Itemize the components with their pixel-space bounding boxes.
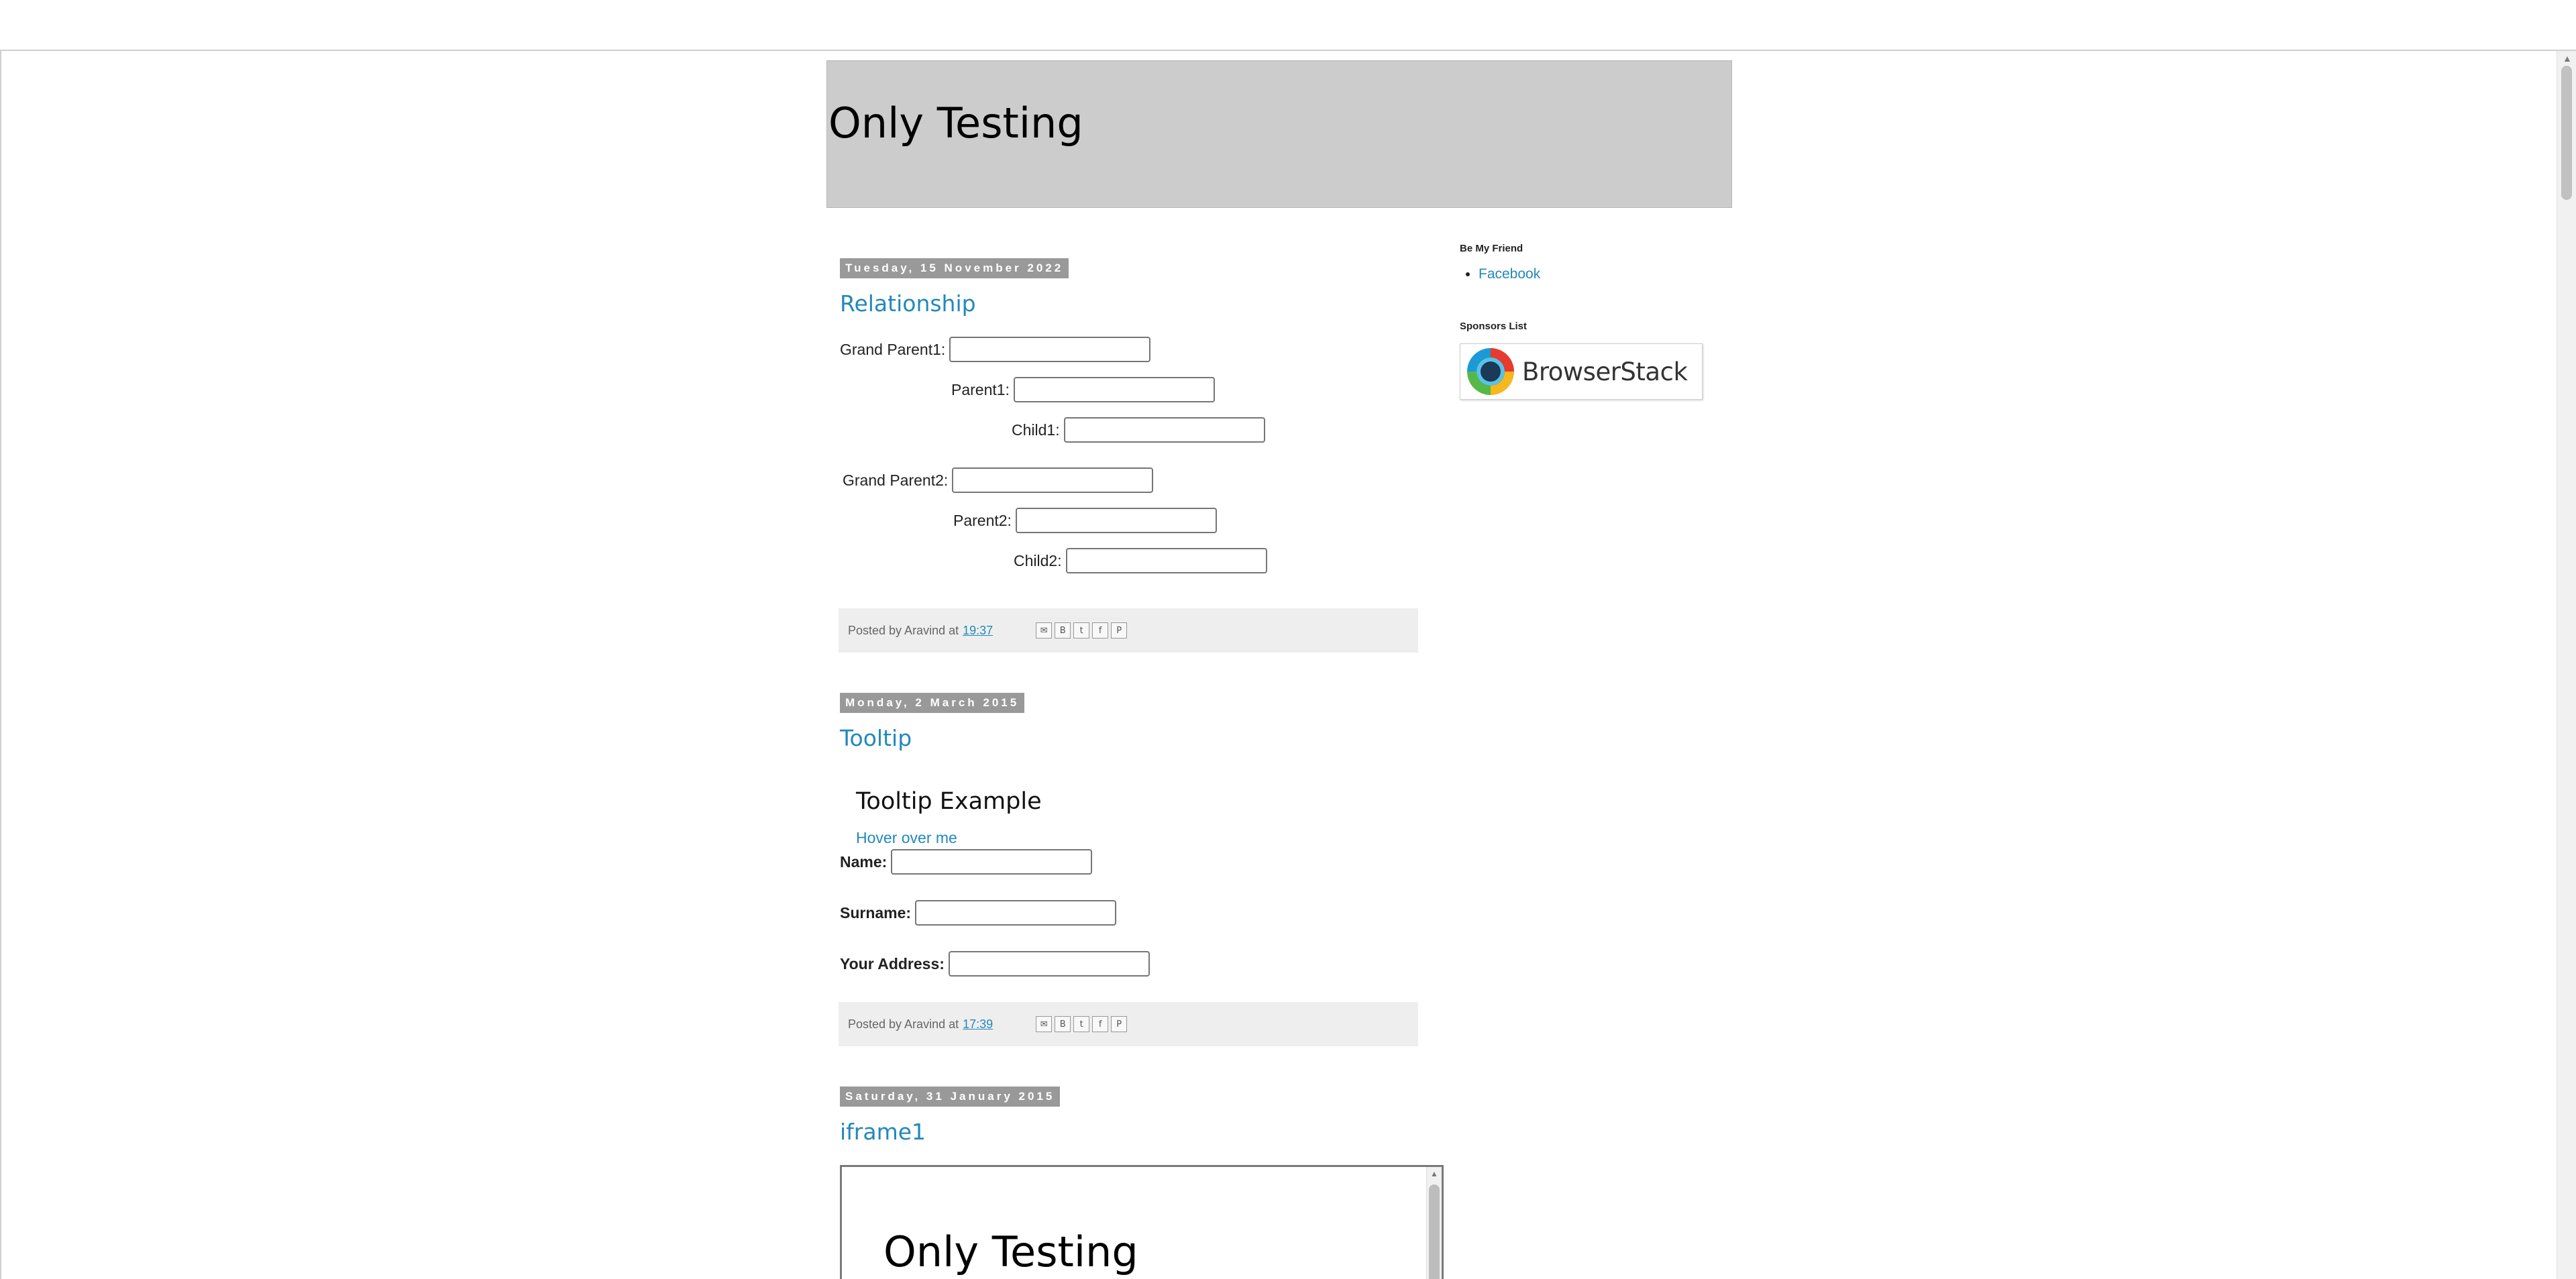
name-row: Name: <box>840 849 1093 875</box>
name-input[interactable] <box>891 849 1093 875</box>
child1-row: Child1: <box>1012 417 1265 443</box>
blog-header: Only Testing <box>826 60 1732 208</box>
child2-input[interactable] <box>1065 548 1267 573</box>
grand-parent2-row: Grand Parent2: <box>843 467 1154 493</box>
field-label: Child1: <box>1012 421 1060 439</box>
field-label: Parent2: <box>953 511 1012 529</box>
facebook-icon[interactable]: f <box>1092 1016 1109 1032</box>
blog-title[interactable]: Only Testing <box>828 99 1083 148</box>
list-item: Facebook <box>1479 266 1728 282</box>
sidebar-friend-widget: Be My Friend Facebook <box>1460 243 1728 282</box>
post-title[interactable]: Relationship <box>840 290 1418 317</box>
field-label: Name: <box>840 852 888 871</box>
post-iframe1: Saturday, 31 January 2015 iframe1 <box>840 1087 1418 1145</box>
grand-parent2-input[interactable] <box>952 467 1154 493</box>
browserstack-eye-icon <box>1467 348 1514 395</box>
page-scrollbar[interactable]: ▲ <box>2557 51 2576 1279</box>
child2-row: Child2: <box>1014 548 1267 573</box>
post-timestamp-link[interactable]: 17:39 <box>963 1017 993 1032</box>
sidebar-sponsors-widget: Sponsors List <box>1460 321 1728 332</box>
friend-link-list: Facebook <box>1460 266 1728 282</box>
tooltip-heading: Tooltip Example <box>856 788 1042 815</box>
field-label: Surname: <box>840 903 912 922</box>
posted-by-text: Posted by Aravind at <box>848 1017 959 1031</box>
post-timestamp-link[interactable]: 19:37 <box>963 624 993 638</box>
widget-title: Be My Friend <box>1460 243 1523 254</box>
field-label: Grand Parent2: <box>843 471 949 489</box>
grand-parent1-input[interactable] <box>949 337 1151 362</box>
twitter-icon[interactable]: t <box>1073 1016 1090 1032</box>
share-buttons: ✉ B t f P <box>1036 622 1130 638</box>
field-label: Child2: <box>1014 551 1062 569</box>
embedded-iframe[interactable]: Only Testing ▲ <box>840 1165 1444 1279</box>
post-relationship: Tuesday, 15 November 2022 Relationship <box>840 258 1418 317</box>
surname-input[interactable] <box>915 900 1117 926</box>
browserstack-logo-text: BrowserStack <box>1522 357 1688 386</box>
pinterest-icon[interactable]: P <box>1111 622 1128 638</box>
browser-top-bar <box>0 0 2576 51</box>
parent2-row: Parent2: <box>953 508 1217 533</box>
date-header: Monday, 2 March 2015 <box>840 693 1025 713</box>
post-footer: Posted by Aravind at 17:39 ✉ B t f P <box>839 1002 1418 1046</box>
post-footer: Posted by Aravind at 19:37 ✉ B t f P <box>839 608 1418 653</box>
pinterest-icon[interactable]: P <box>1111 1016 1128 1032</box>
date-header: Tuesday, 15 November 2022 <box>840 258 1069 278</box>
post-tooltip: Monday, 2 March 2015 Tooltip <box>840 693 1418 751</box>
iframe-scrollbar-thumb[interactable] <box>1429 1184 1440 1279</box>
address-row: Your Address: <box>840 951 1150 977</box>
email-icon[interactable]: ✉ <box>1036 622 1053 638</box>
field-label: Grand Parent1: <box>840 340 946 358</box>
widget-title: Sponsors List <box>1460 321 1527 332</box>
blogthis-icon[interactable]: B <box>1055 622 1071 638</box>
facebook-icon[interactable]: f <box>1092 622 1109 638</box>
parent1-row: Parent1: <box>951 377 1215 402</box>
twitter-icon[interactable]: t <box>1073 622 1090 638</box>
field-label: Your Address: <box>840 954 945 972</box>
surname-row: Surname: <box>840 900 1117 926</box>
field-label: Parent1: <box>951 380 1010 398</box>
scroll-up-arrow-icon[interactable]: ▲ <box>1430 1169 1438 1178</box>
child1-input[interactable] <box>1063 417 1265 443</box>
email-icon[interactable]: ✉ <box>1036 1016 1053 1032</box>
iframe-blog-title[interactable]: Only Testing <box>883 1227 1138 1276</box>
parent2-input[interactable] <box>1015 508 1217 533</box>
browserstack-logo[interactable]: BrowserStack <box>1460 343 1703 400</box>
scrollbar-thumb[interactable] <box>2561 66 2572 200</box>
facebook-link[interactable]: Facebook <box>1479 266 1540 282</box>
parent1-input[interactable] <box>1013 377 1215 402</box>
date-header: Saturday, 31 January 2015 <box>840 1087 1061 1107</box>
blogthis-icon[interactable]: B <box>1055 1016 1071 1032</box>
posted-by-text: Posted by Aravind at <box>848 623 959 637</box>
post-title[interactable]: iframe1 <box>840 1119 1418 1145</box>
hover-link[interactable]: Hover over me <box>856 829 957 847</box>
address-input[interactable] <box>948 951 1150 977</box>
scroll-up-arrow-icon[interactable]: ▲ <box>2563 54 2572 63</box>
post-title[interactable]: Tooltip <box>840 725 1418 751</box>
share-buttons: ✉ B t f P <box>1036 1016 1130 1032</box>
grand-parent1-row: Grand Parent1: <box>840 337 1151 362</box>
iframe-scrollbar[interactable]: ▲ <box>1426 1167 1442 1279</box>
